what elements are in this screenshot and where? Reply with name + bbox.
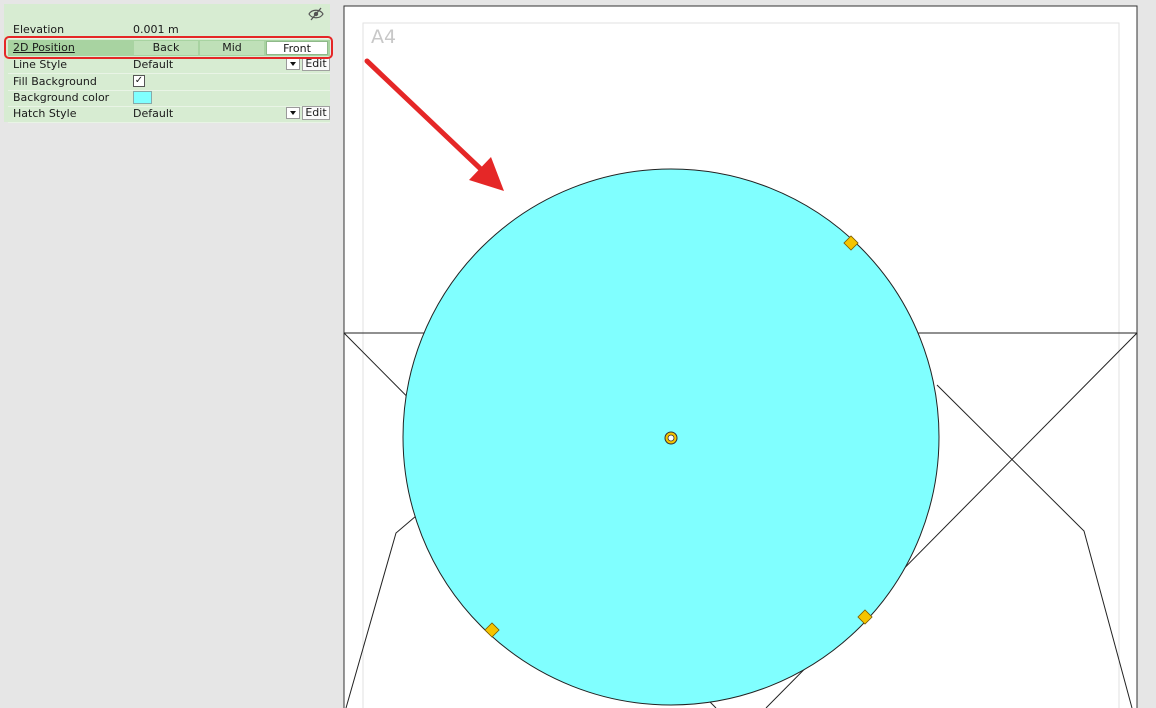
position-front-button[interactable]: Front [266, 41, 328, 55]
position-mid-button[interactable]: Mid [200, 41, 264, 55]
fill-background-checkbox[interactable]: ✓ [133, 75, 145, 87]
eye-slash-icon[interactable] [308, 7, 324, 21]
line-style-dropdown[interactable] [286, 58, 300, 70]
background-color-row: Background color [8, 90, 330, 107]
hatch-style-edit-button[interactable]: Edit [302, 106, 330, 120]
drawing-canvas[interactable]: A4 [336, 0, 1156, 708]
properties-panel: Elevation 0.001 m 2D Position Back Mid F… [0, 0, 336, 708]
line-style-label: Line Style [13, 58, 68, 71]
hatch-style-row: Hatch Style Default Edit [8, 106, 330, 123]
elevation-row: Elevation 0.001 m [8, 22, 330, 39]
position-2d-label: 2D Position [13, 41, 75, 54]
property-grid: Elevation 0.001 m 2D Position Back Mid F… [4, 4, 330, 123]
hatch-style-dropdown[interactable] [286, 107, 300, 119]
hatch-style-label: Hatch Style [13, 107, 77, 120]
fill-background-row: Fill Background ✓ [8, 74, 330, 91]
center-handle[interactable] [664, 431, 678, 445]
background-color-swatch[interactable] [133, 91, 152, 104]
background-color-label: Background color [13, 91, 110, 104]
line-style-row: Line Style Default Edit [8, 57, 330, 74]
elevation-value[interactable]: 0.001 m [133, 23, 179, 36]
line-style-edit-button[interactable]: Edit [302, 57, 330, 71]
position-2d-row: 2D Position Back Mid Front [8, 40, 330, 56]
position-back-button[interactable]: Back [134, 41, 198, 55]
elevation-label: Elevation [13, 23, 65, 36]
line-style-value[interactable]: Default [133, 58, 173, 71]
page-size-label: A4 [371, 26, 397, 48]
hatch-style-value[interactable]: Default [133, 107, 173, 120]
fill-background-label: Fill Background [13, 75, 97, 88]
drawing-svg [343, 5, 1138, 708]
